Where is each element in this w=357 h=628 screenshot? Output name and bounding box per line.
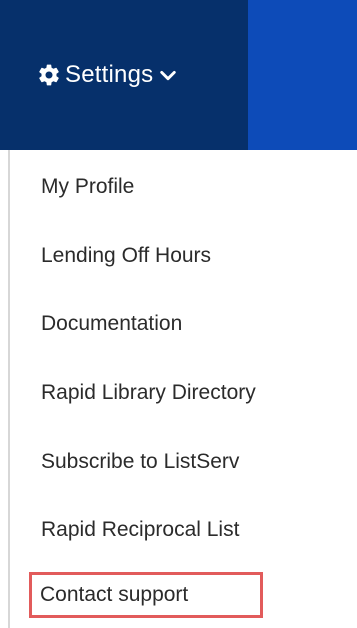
settings-dropdown-menu: My Profile Lending Off Hours Documentati… bbox=[8, 150, 357, 628]
menu-item-subscribe-to-listserv[interactable]: Subscribe to ListServ bbox=[41, 440, 351, 484]
menu-item-documentation[interactable]: Documentation bbox=[41, 302, 351, 346]
menu-item-rapid-reciprocal-list[interactable]: Rapid Reciprocal List bbox=[41, 508, 351, 552]
top-navigation-bar: Settings bbox=[0, 0, 357, 150]
menu-item-my-profile[interactable]: My Profile bbox=[41, 165, 351, 209]
nav-right-section bbox=[248, 0, 357, 150]
menu-item-contact-support[interactable]: Contact support bbox=[29, 572, 263, 618]
chevron-down-icon bbox=[160, 70, 177, 80]
settings-dropdown-toggle[interactable]: Settings bbox=[37, 53, 177, 97]
settings-label: Settings bbox=[65, 61, 154, 88]
gear-icon bbox=[39, 64, 59, 86]
menu-item-lending-off-hours[interactable]: Lending Off Hours bbox=[41, 234, 351, 278]
menu-item-rapid-library-directory[interactable]: Rapid Library Directory bbox=[41, 371, 351, 415]
